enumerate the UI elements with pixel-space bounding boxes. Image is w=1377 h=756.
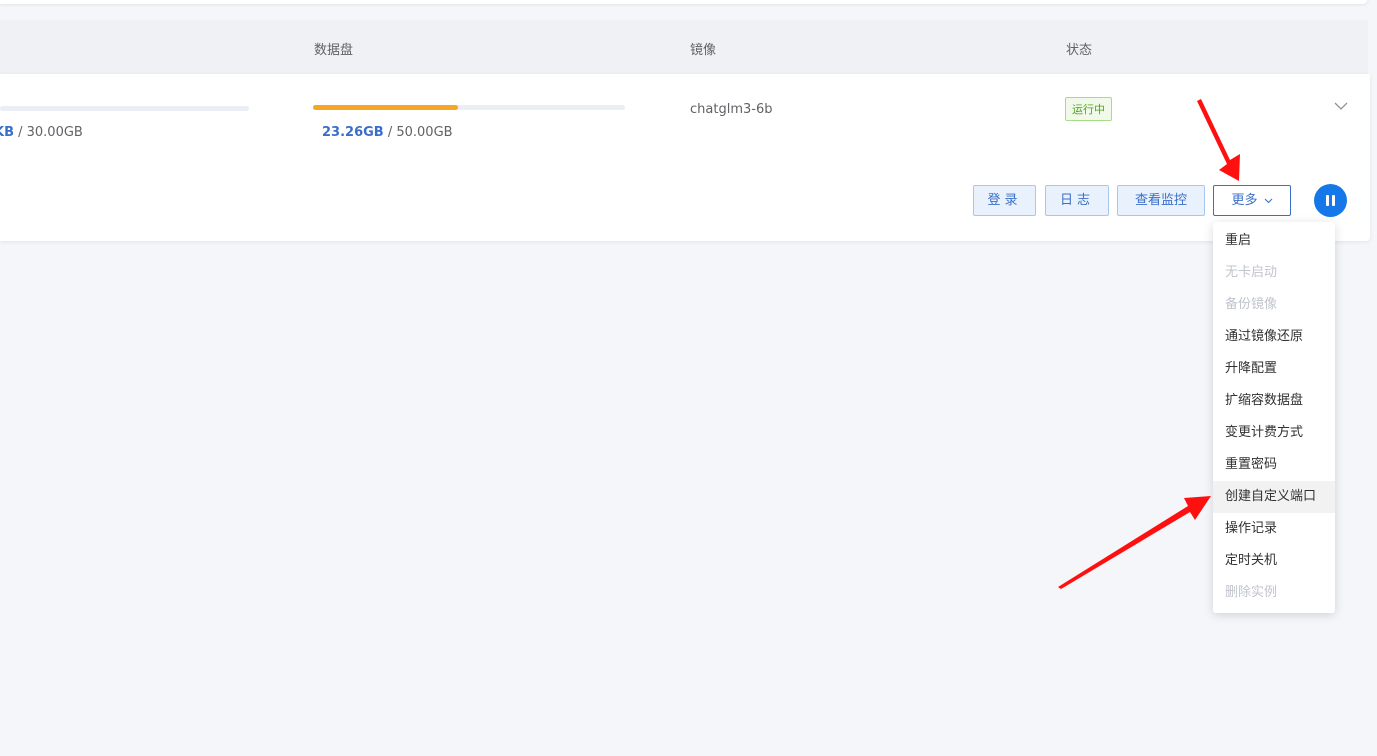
menu-item[interactable]: 变更计费方式 xyxy=(1213,417,1335,449)
monitor-button[interactable]: 查看监控 xyxy=(1117,185,1205,216)
data-disk-usage: 23.26GB / 50.00GB xyxy=(322,125,453,140)
chevron-down-icon[interactable] xyxy=(1333,100,1349,112)
system-disk-usage: KB / 30.00GB xyxy=(0,125,83,140)
top-card xyxy=(0,0,1368,4)
pause-icon xyxy=(1332,195,1335,206)
system-disk-used: KB xyxy=(0,125,14,140)
menu-item[interactable]: 重置密码 xyxy=(1213,449,1335,481)
menu-item[interactable]: 定时关机 xyxy=(1213,545,1335,577)
system-disk-total: / 30.00GB xyxy=(13,125,83,140)
annotation-arrow xyxy=(1058,496,1211,589)
pause-icon xyxy=(1326,195,1329,206)
header-data-disk: 数据盘 xyxy=(314,43,354,58)
more-dropdown-menu: 重启无卡启动备份镜像通过镜像还原 升降配置 扩缩容数据盘 变更计费方式 重置密码 创建自定… xyxy=(1213,222,1335,613)
data-disk-total: / 50.00GB xyxy=(383,125,453,140)
data-disk-used: 23.26GB xyxy=(322,125,384,140)
header-status: 状态 xyxy=(1066,43,1093,58)
menu-item: 无卡启动 xyxy=(1225,265,1278,280)
menu-item[interactable]: 升降配置 xyxy=(1213,353,1335,385)
log-button[interactable]: 日志 xyxy=(1045,185,1109,216)
status-badge: 运行中 xyxy=(1065,97,1112,121)
more-button[interactable]: 更多 xyxy=(1213,185,1291,216)
menu-item[interactable]: 通过镜像还原 xyxy=(1213,321,1335,353)
chevron-down-icon xyxy=(1264,198,1272,203)
menu-item[interactable]: 操作记录 xyxy=(1213,513,1335,545)
menu-item[interactable]: 扩缩容数据盘 xyxy=(1213,385,1335,417)
menu-item[interactable]: 重启 xyxy=(1213,225,1335,257)
data-disk-bar-fill xyxy=(313,105,459,110)
menu-item: 备份镜像 xyxy=(1225,297,1278,312)
menu-item[interactable]: 创建自定义端口 xyxy=(1213,481,1335,513)
instance-row: KB / 30.00GB 23.26GB / 50.00GB chatglm3-… xyxy=(0,74,1370,241)
menu-item: 删除实例 xyxy=(1225,585,1278,600)
pause-button[interactable] xyxy=(1314,184,1347,217)
more-button-label: 更多 xyxy=(1231,193,1258,208)
table-header: 数据盘 镜像 状态 xyxy=(0,20,1368,74)
system-disk-bar xyxy=(0,106,249,111)
header-image: 镜像 xyxy=(690,43,717,58)
image-name: chatglm3-6b xyxy=(690,102,773,117)
login-button[interactable]: 登录 xyxy=(973,185,1036,216)
data-disk-bar xyxy=(313,105,625,110)
